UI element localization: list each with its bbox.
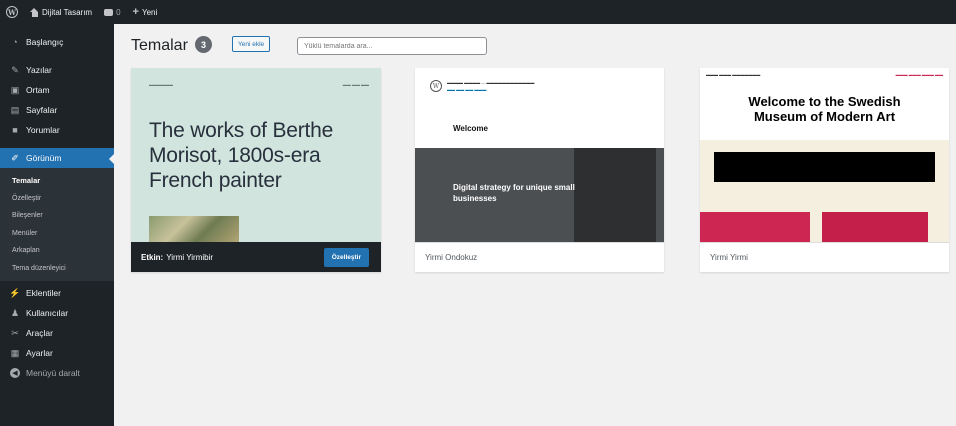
screenshot-calendar [574, 148, 656, 242]
submenu-item-menus[interactable]: Menüler [0, 225, 114, 243]
admin-bar: W Dijital Tasarım 0 + Yeni [0, 0, 956, 24]
sidebar-item-tools[interactable]: ✂ Araçlar [0, 323, 114, 343]
active-prefix: Etkin: [141, 252, 164, 262]
theme-card-yirmi-ondokuz[interactable]: W ▬▬▬▬ ▬▬▬▬ — ▬▬▬▬▬▬▬▬▬▬▬▬ ▬▬ ▬▬ ▬▬ ▬▬▬ … [415, 68, 664, 272]
submenu-item-theme-editor[interactable]: Tema düzenleyici [0, 260, 114, 278]
theme-name: Yirmi Ondokuz [425, 253, 478, 262]
theme-card-footer: Etkin: Yirmi Yirmibir Özelleştir [131, 242, 381, 272]
customize-button[interactable]: Özelleştir [323, 248, 369, 267]
sidebar-item-comments[interactable]: ■ Yorumlar [0, 120, 114, 140]
submenu-item-widgets[interactable]: Bileşenler [0, 207, 114, 225]
screenshot-black-bar [714, 152, 935, 182]
theme-card-yirmi-yirmibir[interactable]: ▬▬▬▬▬▬ ▬▬ ▬▬ ▬▬ The works of Berthe Moris… [131, 68, 381, 272]
theme-card-yirmi-yirmi[interactable]: ▬▬▬ ▬▬▬ ▬▬▬▬▬▬▬ ▬▬▬ ▬▬▬ ▬▬▬ ▬▬ Welcome to… [700, 68, 949, 272]
sidebar-item-users[interactable]: ♟ Kullanıcılar [0, 303, 114, 323]
appearance-submenu: Temalar Özelleştir Bileşenler Menüler Ar… [0, 168, 114, 281]
screenshot-dark-band: Digital strategy for unique small busine… [415, 148, 664, 242]
plus-icon: + [132, 6, 139, 18]
sidebar-item-label: Yorumlar [26, 125, 60, 135]
media-icon: ▣ [10, 84, 20, 95]
comment-icon: ■ [12, 125, 18, 135]
brush-icon: ✐ [11, 152, 19, 163]
screenshot-nav: ▬▬▬ ▬▬▬ ▬▬▬▬▬▬▬ ▬▬▬ ▬▬▬ ▬▬▬ ▬▬ [706, 72, 943, 77]
tools-icon: ✂ [11, 327, 19, 338]
screenshot-cream-band [700, 140, 949, 242]
theme-count-badge: 3 [195, 36, 212, 53]
theme-card-footer: Yirmi Ondokuz [415, 242, 664, 272]
plugin-icon: ⚡ [9, 287, 21, 298]
screenshot-painting [149, 216, 239, 242]
settings-icon: ▦ [10, 347, 20, 358]
new-content-link[interactable]: + Yeni [127, 0, 164, 24]
screenshot-site-links: ▬▬ ▬▬ ▬▬ ▬▬▬ [447, 87, 487, 92]
theme-screenshot[interactable]: ▬▬▬ ▬▬▬ ▬▬▬▬▬▬▬ ▬▬▬ ▬▬▬ ▬▬▬ ▬▬ Welcome to… [700, 68, 949, 242]
sidebar-item-media[interactable]: ▣ Ortam [0, 80, 114, 100]
wordpress-logo-icon: W [6, 6, 18, 18]
sidebar-item-appearance[interactable]: ✐ Görünüm [0, 148, 115, 168]
submenu-item-themes[interactable]: Temalar [0, 172, 114, 190]
theme-search-input[interactable] [297, 37, 487, 55]
dashboard-icon: ◔ [12, 37, 18, 47]
comments-count: 0 [116, 7, 121, 17]
new-label: Yeni [141, 7, 158, 17]
wordpress-logo-icon: W [430, 80, 442, 92]
sidebar-item-label: Başlangıç [26, 37, 64, 47]
screenshot-pink-block [700, 212, 810, 242]
comments-link[interactable]: 0 [98, 0, 126, 24]
sidebar-item-posts[interactable]: ✎ Yazılar [0, 60, 114, 80]
admin-sidebar: ◔ Başlangıç ✎ Yazılar ▣ Ortam ▤ Sayfalar… [0, 24, 115, 426]
theme-name: Yirmi Yirmibir [166, 252, 214, 262]
pin-icon: ✎ [11, 64, 19, 75]
screenshot-pink-block [822, 212, 928, 242]
theme-screenshot[interactable]: W ▬▬▬▬ ▬▬▬▬ — ▬▬▬▬▬▬▬▬▬▬▬▬ ▬▬ ▬▬ ▬▬ ▬▬▬ … [415, 68, 664, 242]
screenshot-headline: Welcome to the Swedish Museum of Modern … [748, 94, 901, 124]
wordpress-logo-button[interactable]: W [0, 0, 24, 24]
site-name-label: Dijital Tasarım [42, 7, 93, 17]
sidebar-item-plugins[interactable]: ⚡ Eklentiler [0, 283, 114, 303]
sidebar-item-label: Eklentiler [26, 288, 61, 298]
sidebar-item-settings[interactable]: ▦ Ayarlar [0, 343, 114, 363]
sidebar-item-pages[interactable]: ▤ Sayfalar [0, 100, 114, 120]
submenu-item-customize[interactable]: Özelleştir [0, 190, 114, 208]
comment-bubble-icon [104, 8, 114, 16]
theme-screenshot[interactable]: ▬▬▬▬▬▬ ▬▬ ▬▬ ▬▬ The works of Berthe Moris… [131, 68, 381, 242]
sidebar-item-label: Sayfalar [26, 105, 58, 115]
sidebar-item-label: Kullanıcılar [26, 308, 69, 318]
sidebar-item-label: Ayarlar [26, 348, 53, 358]
theme-card-footer: Yirmi Yirmi [700, 242, 949, 272]
home-icon [30, 7, 39, 17]
sidebar-item-label: Ortam [26, 85, 50, 95]
sidebar-item-label: Menüyü daralt [26, 368, 80, 378]
sidebar-item-label: Araçlar [26, 328, 53, 338]
page-title: Temalar [131, 37, 188, 54]
collapse-menu-button[interactable]: ◀ Menüyü daralt [0, 363, 114, 383]
page-icon: ▤ [10, 104, 20, 115]
screenshot-headline: The works of Berthe Morisot, 1800s-era F… [149, 119, 334, 192]
add-new-button[interactable]: Yeni ekle [232, 36, 271, 52]
theme-name: Yirmi Yirmi [710, 253, 748, 262]
users-icon: ♟ [10, 307, 20, 318]
collapse-icon: ◀ [10, 368, 20, 378]
sidebar-item-label: Görünüm [26, 153, 62, 163]
screenshot-nav: ▬▬▬▬▬▬ ▬▬ ▬▬ ▬▬ [149, 82, 369, 87]
screenshot-welcome: Welcome [453, 124, 488, 133]
sidebar-item-label: Yazılar [26, 65, 52, 75]
submenu-item-background[interactable]: Arkaplan [0, 242, 114, 260]
screenshot-strategy-text: Digital strategy for unique small busine… [453, 183, 575, 203]
screenshot-site-line: ▬▬▬▬ ▬▬▬▬ — ▬▬▬▬▬▬▬▬▬▬▬▬ [447, 80, 535, 85]
site-name-link[interactable]: Dijital Tasarım [24, 0, 98, 24]
sidebar-item-dashboard[interactable]: ◔ Başlangıç [0, 32, 114, 52]
